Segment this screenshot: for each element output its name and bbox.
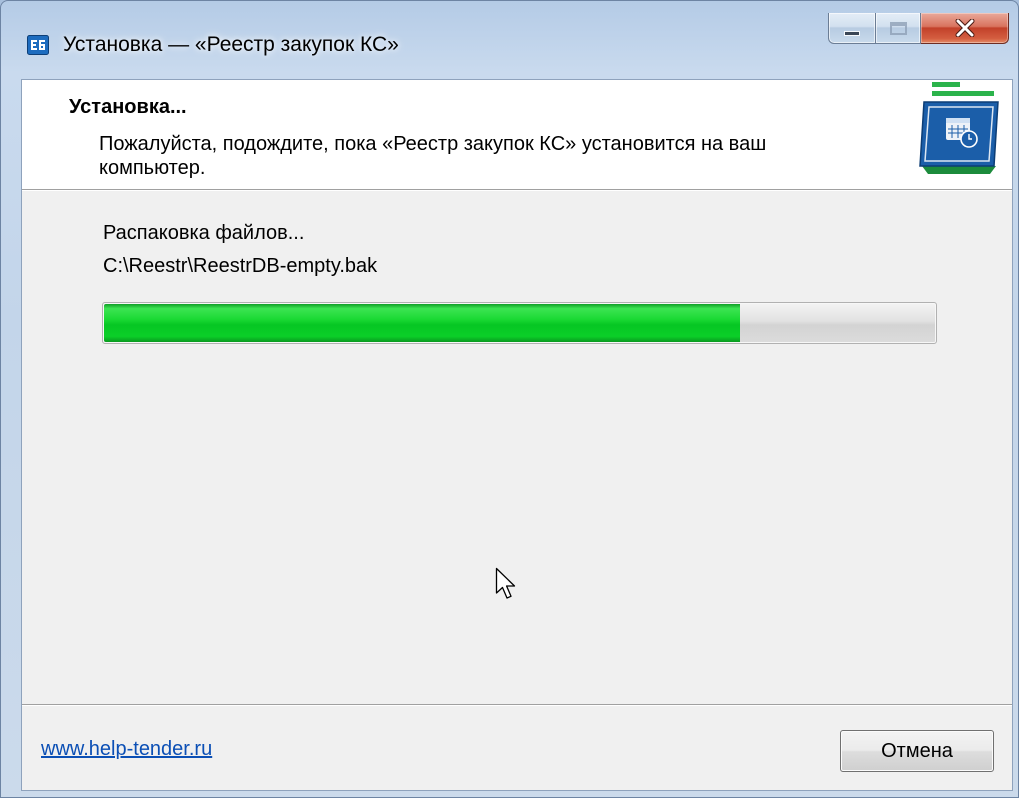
client-area: Установка... Пожалуйста, подождите, пока… <box>21 79 1013 791</box>
wizard-header: Установка... Пожалуйста, подождите, пока… <box>22 80 1012 189</box>
footer-divider <box>22 704 1012 706</box>
minimize-icon <box>844 30 860 36</box>
installer-window: Установка — «Реестр закупок КС» Установк… <box>0 0 1019 798</box>
close-button[interactable] <box>921 13 1009 44</box>
page-subtitle-line-2: компьютер. <box>99 157 206 179</box>
window-title: Установка — «Реестр закупок КС» <box>63 33 399 56</box>
maximize-button[interactable] <box>876 13 921 44</box>
app-logo-icon <box>919 82 999 174</box>
status-action-label: Распаковка файлов... <box>103 222 305 244</box>
maximize-icon <box>889 21 907 35</box>
page-subtitle-line-1: Пожалуйста, подождите, пока «Реестр заку… <box>99 133 767 155</box>
app-icon <box>27 35 49 55</box>
install-progress-bar <box>102 302 937 344</box>
progress-fill <box>104 304 740 342</box>
caption-buttons <box>828 13 1009 44</box>
header-divider <box>22 189 1012 191</box>
website-link[interactable]: www.help-tender.ru <box>41 738 212 761</box>
cancel-button[interactable]: Отмена <box>840 730 994 772</box>
minimize-button[interactable] <box>828 13 876 44</box>
mouse-cursor <box>495 567 516 599</box>
close-icon <box>955 19 974 37</box>
current-file-path: C:\Reestr\ReestrDB-empty.bak <box>103 255 378 277</box>
page-title: Установка... <box>69 96 187 118</box>
